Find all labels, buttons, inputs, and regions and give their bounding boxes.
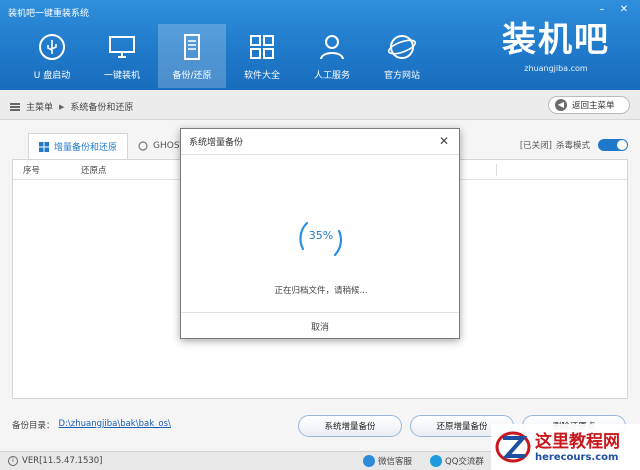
- grid-icon: [250, 35, 274, 59]
- watermark-cn: 这里教程网: [535, 431, 620, 452]
- window-controls: – ✕: [594, 3, 632, 17]
- breadcrumb-bar: 主菜单 ▶ 系统备份和还原 ◀ 返回主菜单: [0, 90, 640, 120]
- nav-item-software[interactable]: 软件大全: [228, 24, 296, 88]
- nav-label: U 盘启动: [33, 71, 71, 81]
- close-icon[interactable]: ✕: [437, 134, 451, 148]
- backup-directory: 备份目录： D:\zhuangjiba\bak\bak_os\: [12, 419, 171, 431]
- breadcrumb-root[interactable]: 主菜单: [26, 100, 53, 113]
- progress-message: 正在归档文件，请稍候...: [274, 286, 368, 296]
- info-icon: i: [8, 456, 18, 466]
- column-header-index: 序号: [23, 165, 41, 176]
- cancel-button[interactable]: 取消: [181, 312, 459, 339]
- back-button-label: 返回主菜单: [572, 101, 615, 111]
- main-nav: U 盘启动 一键装机 备份/还原 软件大全 人工服务 官方网站: [18, 24, 438, 88]
- progress-percent: 35%: [308, 229, 334, 242]
- minimize-icon[interactable]: –: [594, 3, 610, 17]
- wechat-support-link[interactable]: 微信客服: [363, 455, 412, 467]
- brand-logo: 装机吧 zhuangjiba.com: [502, 18, 610, 73]
- qq-label: QQ交流群: [445, 457, 484, 467]
- column-divider: [496, 164, 497, 176]
- watermark-badge-icon: [495, 431, 531, 463]
- usb-icon: [39, 34, 65, 60]
- nav-label: 人工服务: [313, 71, 350, 81]
- incremental-backup-button[interactable]: 系统增量备份: [298, 415, 402, 437]
- menu-icon: [10, 102, 20, 111]
- brand-url: zhuangjiba.com: [524, 64, 588, 73]
- watermark-logo: 这里教程网 herecours.com: [491, 424, 640, 470]
- backup-dir-link[interactable]: D:\zhuangjiba\bak\bak_os\: [59, 419, 171, 431]
- nav-item-manual-service[interactable]: 人工服务: [298, 24, 366, 88]
- nav-item-usb-boot[interactable]: U 盘启动: [18, 24, 86, 88]
- chevron-right-icon: ▶: [59, 102, 65, 111]
- qq-group-link[interactable]: QQ交流群: [430, 455, 484, 467]
- brand-name: 装机吧: [502, 20, 610, 60]
- kill-mode-label: 杀毒模式: [555, 141, 590, 151]
- nav-label: 官方网站: [383, 71, 420, 81]
- nav-item-backup-restore[interactable]: 备份/还原: [158, 24, 226, 88]
- column-header-restore-point: 还原点: [81, 165, 107, 176]
- nav-item-official-site[interactable]: 官方网站: [368, 24, 436, 88]
- dialog-header: 系统增量备份: [181, 129, 459, 155]
- support-person-icon: [320, 35, 344, 60]
- wechat-icon: [363, 455, 375, 467]
- tab-label: 增量备份和还原: [54, 143, 118, 153]
- windows-icon: [39, 141, 49, 152]
- app-header: 装机吧一键重装系统 – ✕ U 盘启动 一键装机 备份/还原 软件大全 人工服务…: [0, 0, 640, 90]
- globe-icon: [387, 35, 417, 59]
- nav-label: 一键装机: [103, 71, 140, 81]
- close-icon[interactable]: ✕: [616, 3, 632, 17]
- version-info: i VER[11.5.47.1530]: [8, 456, 103, 466]
- ghost-icon: [138, 141, 148, 151]
- backup-dir-label: 备份目录：: [12, 421, 55, 431]
- monitor-icon: [109, 36, 135, 58]
- wechat-label: 微信客服: [378, 457, 413, 467]
- cancel-label: 取消: [310, 322, 329, 333]
- kill-mode-toggle[interactable]: [598, 139, 628, 151]
- backup-progress-dialog: 系统增量备份 ✕ 35% 正在归档文件，请稍候... 取消: [180, 128, 460, 339]
- nav-label: 软件大全: [243, 71, 280, 81]
- window-title: 装机吧一键重装系统: [8, 9, 90, 19]
- kill-mode-status: [已关闭]: [519, 141, 552, 151]
- breadcrumb-current: 系统备份和还原: [70, 103, 134, 113]
- tab-bar: 增量备份和还原 GHOST: [28, 133, 195, 159]
- back-to-main-button[interactable]: ◀ 返回主菜单: [548, 96, 630, 114]
- dialog-title: 系统增量备份: [189, 138, 244, 148]
- version-text: VER[11.5.47.1530]: [22, 456, 103, 466]
- breadcrumb: 主菜单 ▶ 系统备份和还原: [10, 100, 133, 113]
- watermark-url: herecours.com: [535, 451, 619, 463]
- watermark-text: 这里教程网 herecours.com: [535, 432, 620, 463]
- nav-item-one-click-install[interactable]: 一键装机: [88, 24, 156, 88]
- qq-icon: [430, 455, 443, 467]
- support-links: 微信客服 QQ交流群: [363, 455, 484, 467]
- kill-mode-setting: [已关闭] 杀毒模式: [520, 139, 628, 151]
- tab-incremental-backup[interactable]: 增量备份和还原: [28, 133, 129, 159]
- nav-label: 备份/还原: [172, 71, 212, 81]
- backup-icon: [184, 34, 200, 60]
- back-arrow-icon: ◀: [555, 99, 567, 111]
